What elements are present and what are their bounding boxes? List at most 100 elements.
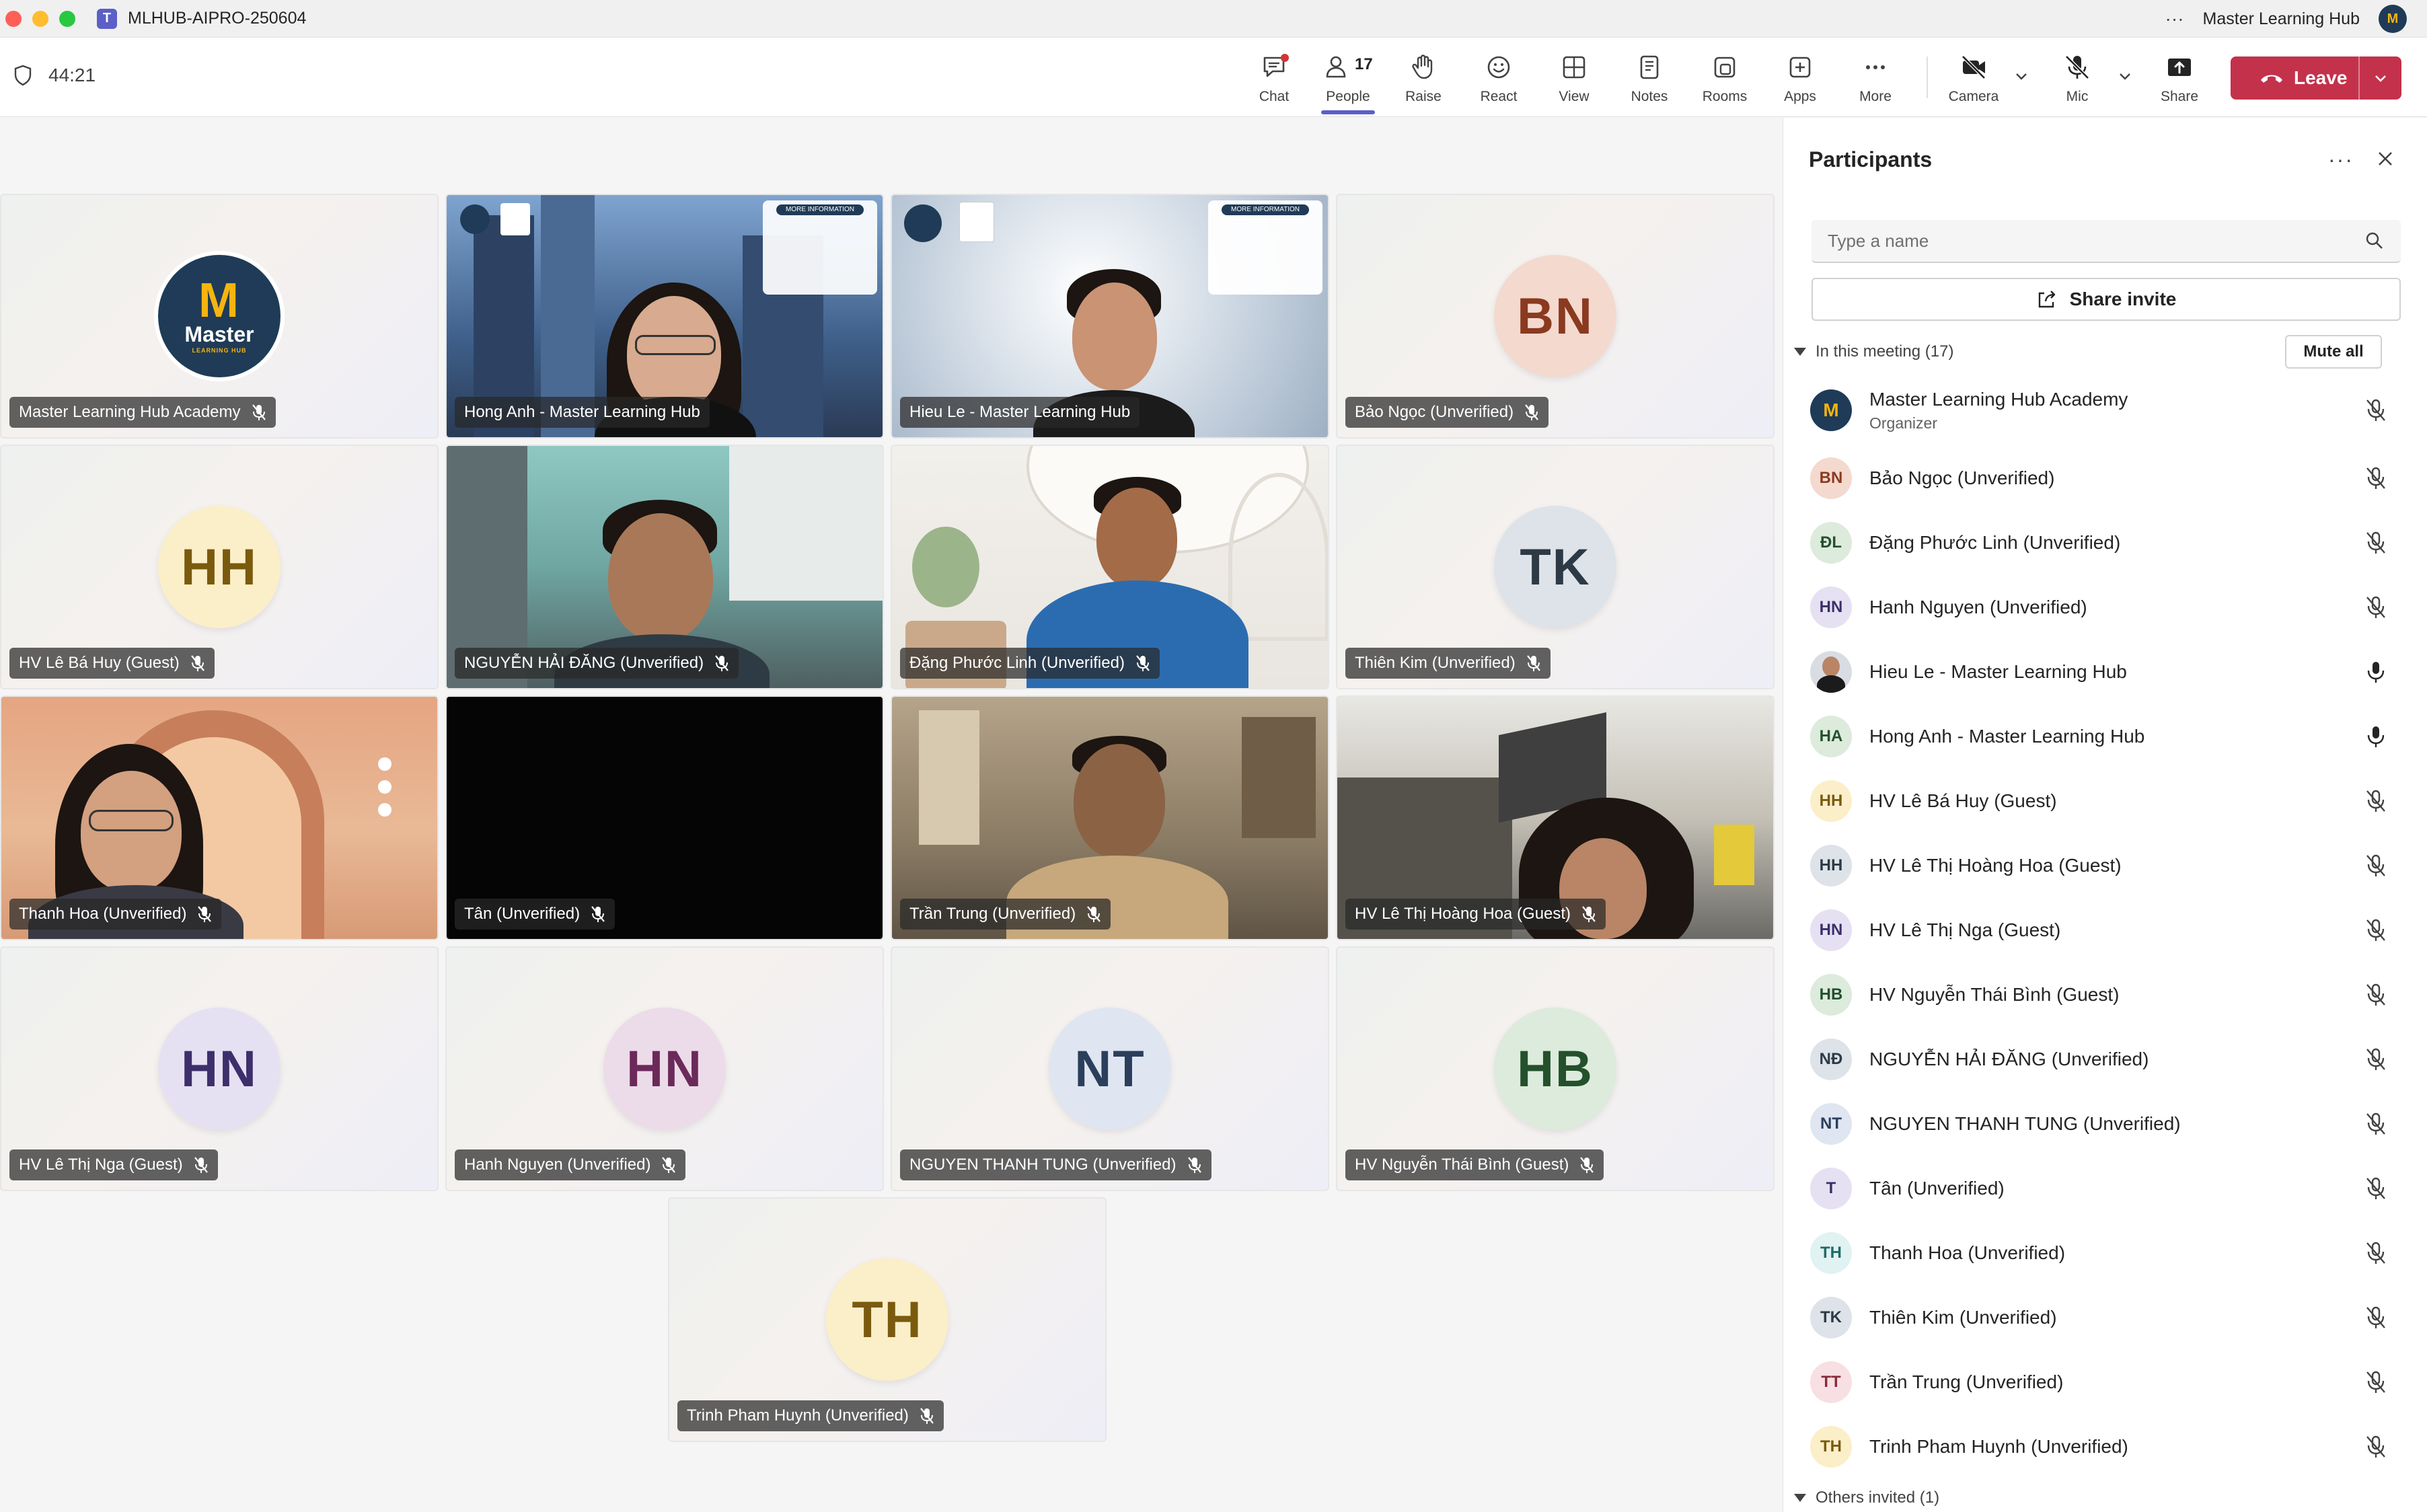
participant-tile[interactable]: Đặng Phước Linh (Unverified) [891, 445, 1329, 689]
participant-row[interactable]: HN HV Lê Thị Nga (Guest) [1810, 903, 2402, 957]
participant-tile[interactable]: HH HV Lê Bá Huy (Guest) [0, 445, 439, 689]
participant-row[interactable]: HB HV Nguyễn Thái Bình (Guest) [1810, 968, 2402, 1022]
mic-muted-icon[interactable] [2364, 398, 2387, 423]
raise-hand-button[interactable]: Raise [1391, 50, 1456, 110]
participant-avatar: TH [1810, 1426, 1852, 1468]
participant-row[interactable]: ĐL Đặng Phước Linh (Unverified) [1810, 516, 2402, 570]
participant-tile[interactable]: NGUYỄN HẢI ĐĂNG (Unverified) [445, 445, 884, 689]
share-button[interactable]: Share [2147, 50, 2212, 110]
mic-muted-icon [1582, 906, 1596, 922]
minimize-window-button[interactable] [32, 10, 48, 27]
participant-tile[interactable]: Trần Trung (Unverified) [891, 695, 1329, 940]
participant-nametag: Hieu Le - Master Learning Hub [900, 397, 1140, 428]
participant-name: Thiên Kim (Unverified) [1869, 1307, 2057, 1328]
mic-off-icon [2065, 55, 2089, 79]
people-button[interactable]: 17 People [1316, 50, 1380, 114]
participant-row[interactable]: TH Trinh Pham Huynh (Unverified) [1810, 1420, 2402, 1474]
participant-row[interactable]: M Master Learning Hub Academy Organizer [1810, 380, 2402, 441]
panel-title: Participants [1809, 147, 1933, 172]
chat-button[interactable]: Chat [1242, 50, 1306, 110]
timer-text: 44:21 [48, 65, 96, 85]
titlebar-more-button[interactable]: ··· [2165, 8, 2184, 30]
participant-avatar: TT [1810, 1361, 1852, 1403]
participant-tile[interactable]: HV Lê Thị Hoàng Hoa (Guest) [1336, 695, 1775, 940]
mic-muted-icon[interactable] [2364, 530, 2387, 556]
leave-options-button[interactable] [2360, 69, 2401, 87]
search-input[interactable] [1828, 230, 2364, 252]
in-meeting-section-toggle[interactable]: In this meeting (17) [1794, 342, 1953, 361]
mic-muted-icon[interactable] [2364, 465, 2387, 491]
participant-row[interactable]: NĐ NGUYỄN HẢI ĐĂNG (Unverified) [1810, 1032, 2402, 1086]
participant-row[interactable]: TT Trần Trung (Unverified) [1810, 1355, 2402, 1409]
share-invite-button[interactable]: Share invite [1812, 278, 2401, 321]
participant-row[interactable]: HN Hanh Nguyen (Unverified) [1810, 580, 2402, 634]
close-icon[interactable] [2375, 149, 2395, 169]
mute-all-button[interactable]: Mute all [2285, 335, 2382, 369]
participant-row[interactable]: TK Thiên Kim (Unverified) [1810, 1291, 2402, 1345]
participant-row[interactable]: TH Thanh Hoa (Unverified) [1810, 1226, 2402, 1280]
participant-name: Hieu Le - Master Learning Hub [909, 403, 1131, 421]
chevron-down-icon [1794, 1494, 1806, 1502]
rooms-button[interactable]: Rooms [1692, 50, 1757, 110]
mic-on-icon[interactable] [2364, 724, 2387, 749]
mic-button[interactable]: Mic [2045, 50, 2109, 110]
account-avatar[interactable]: M [2379, 5, 2407, 33]
mic-muted-icon[interactable] [2364, 982, 2387, 1008]
mic-muted-icon [1187, 1157, 1201, 1173]
mic-muted-icon[interactable] [2364, 788, 2387, 814]
shield-icon [14, 65, 32, 86]
participant-row[interactable]: HA Hong Anh - Master Learning Hub [1810, 710, 2402, 763]
zoom-window-button[interactable] [59, 10, 75, 27]
react-button[interactable]: React [1466, 50, 1531, 110]
notes-button[interactable]: Notes [1617, 50, 1682, 110]
mic-on-icon[interactable] [2364, 659, 2387, 685]
participant-tile[interactable]: HN Hanh Nguyen (Unverified) [445, 946, 884, 1191]
participant-tile[interactable]: TK Thiên Kim (Unverified) [1336, 445, 1775, 689]
participant-tile[interactable]: NT NGUYEN THANH TUNG (Unverified) [891, 946, 1329, 1191]
participant-row[interactable]: Hieu Le - Master Learning Hub [1810, 645, 2402, 699]
participant-avatar: HB [1810, 974, 1852, 1016]
participant-tile[interactable]: HN HV Lê Thị Nga (Guest) [0, 946, 439, 1191]
participant-row[interactable]: BN Bảo Ngọc (Unverified) [1810, 451, 2402, 505]
participant-tile[interactable]: TH Trinh Pham Huynh (Unverified) [668, 1197, 1107, 1442]
participant-name: Tân (Unverified) [1869, 1178, 2005, 1199]
participant-tile[interactable]: MORE INFORMATION Hong Anh - Master Learn… [445, 194, 884, 439]
mic-options-chevron-icon[interactable] [2115, 66, 2135, 86]
participant-row[interactable]: HH HV Lê Bá Huy (Guest) [1810, 774, 2402, 828]
video-stage: M Master LEARNING HUB Master Learning Hu… [0, 118, 1783, 1512]
participant-avatar: TK [1810, 1297, 1852, 1338]
participant-tile[interactable]: BN Bảo Ngọc (Unverified) [1336, 194, 1775, 439]
participant-avatar: HN [1810, 587, 1852, 628]
mic-muted-icon[interactable] [2364, 1111, 2387, 1137]
participant-tile[interactable]: Tân (Unverified) [445, 695, 884, 940]
mic-muted-icon[interactable] [2364, 1369, 2387, 1395]
meeting-toolbar: 44:21 Chat 17 People Raise React View No… [0, 38, 2427, 117]
mic-muted-icon[interactable] [2364, 1047, 2387, 1072]
mic-muted-icon[interactable] [2364, 595, 2387, 620]
search-icon[interactable] [2364, 231, 2385, 251]
participant-row[interactable]: NT NGUYEN THANH TUNG (Unverified) [1810, 1097, 2402, 1151]
mic-muted-icon[interactable] [2364, 1305, 2387, 1330]
participant-avatar: HN [603, 1008, 726, 1130]
mic-muted-icon[interactable] [2364, 1240, 2387, 1266]
camera-options-chevron-icon[interactable] [2011, 66, 2031, 86]
mic-muted-icon[interactable] [2364, 917, 2387, 943]
mic-muted-icon[interactable] [2364, 1434, 2387, 1460]
participant-tile[interactable]: Thanh Hoa (Unverified) [0, 695, 439, 940]
leave-button[interactable]: Leave [2231, 56, 2401, 100]
apps-button[interactable]: Apps [1768, 50, 1832, 110]
participant-tile[interactable]: MORE INFORMATION Hieu Le - Master Learni… [891, 194, 1329, 439]
others-invited-section-toggle[interactable]: Others invited (1) [1794, 1488, 1939, 1507]
camera-button[interactable]: Camera [1941, 50, 2006, 110]
mic-muted-icon[interactable] [2364, 853, 2387, 878]
more-button[interactable]: More [1843, 50, 1908, 110]
participant-row[interactable]: T Tân (Unverified) [1810, 1162, 2402, 1215]
mic-muted-icon[interactable] [2364, 1176, 2387, 1201]
panel-more-button[interactable]: ··· [2328, 147, 2354, 172]
close-window-button[interactable] [5, 10, 22, 27]
participant-tile[interactable]: HB HV Nguyễn Thái Bình (Guest) [1336, 946, 1775, 1191]
view-button[interactable]: View [1542, 50, 1606, 110]
participant-row[interactable]: HH HV Lê Thị Hoàng Hoa (Guest) [1810, 839, 2402, 893]
participant-tile[interactable]: M Master LEARNING HUB Master Learning Hu… [0, 194, 439, 439]
mic-muted-icon [1136, 655, 1150, 671]
